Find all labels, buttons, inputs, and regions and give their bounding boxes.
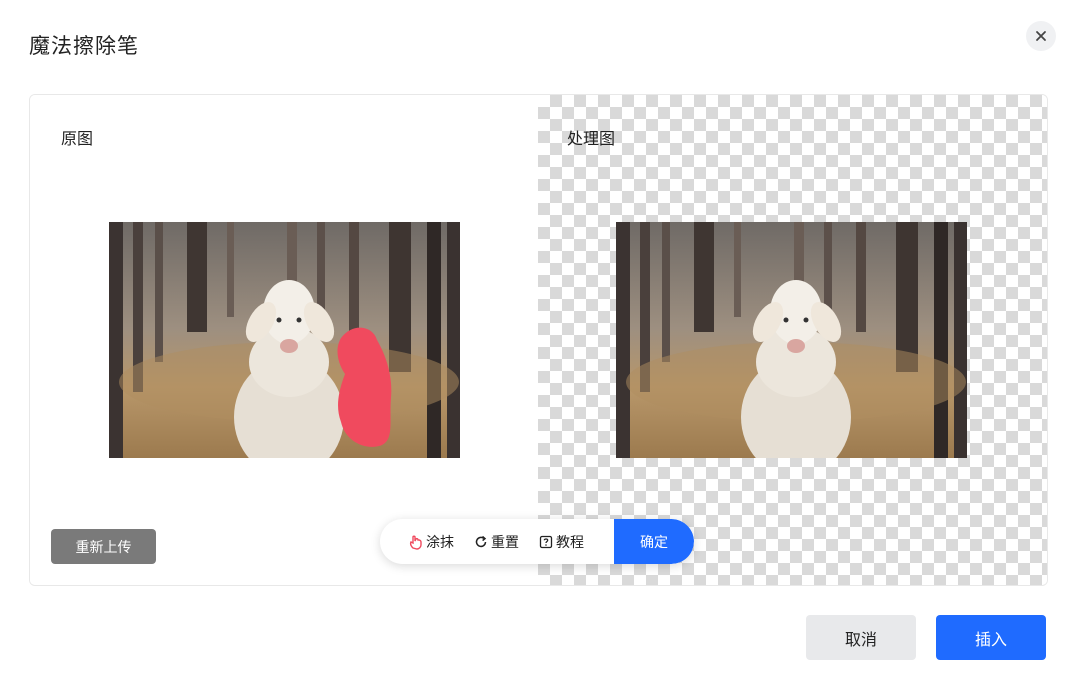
smear-label: 涂抹 [426, 534, 454, 551]
cancel-button[interactable]: 取消 [806, 615, 916, 660]
confirm-button[interactable]: 确定 [614, 519, 694, 564]
smear-tool-button[interactable]: 涂抹 [409, 519, 454, 564]
edit-toolbar: 涂抹 重置 教程 确定 [380, 519, 694, 564]
processed-label: 处理图 [567, 129, 616, 148]
editor-panel: 原图 重新上传 处理图 [29, 94, 1048, 586]
original-label: 原图 [61, 129, 94, 148]
reset-button[interactable]: 重置 [474, 519, 519, 564]
original-pane: 原图 重新上传 [30, 95, 538, 585]
original-image[interactable] [109, 222, 460, 458]
processed-image [616, 222, 967, 458]
tutorial-label: 教程 [556, 534, 584, 551]
refresh-icon [474, 535, 488, 549]
reset-label: 重置 [491, 534, 519, 551]
tutorial-button[interactable]: 教程 [539, 519, 584, 564]
close-button[interactable] [1026, 21, 1056, 51]
close-icon [1035, 27, 1047, 46]
reupload-button[interactable]: 重新上传 [51, 529, 156, 564]
dialog-title: 魔法擦除笔 [29, 34, 139, 58]
brush-hand-icon [409, 534, 423, 550]
insert-button[interactable]: 插入 [936, 615, 1046, 660]
processed-pane: 处理图 [538, 95, 1047, 585]
help-box-icon [539, 535, 553, 549]
